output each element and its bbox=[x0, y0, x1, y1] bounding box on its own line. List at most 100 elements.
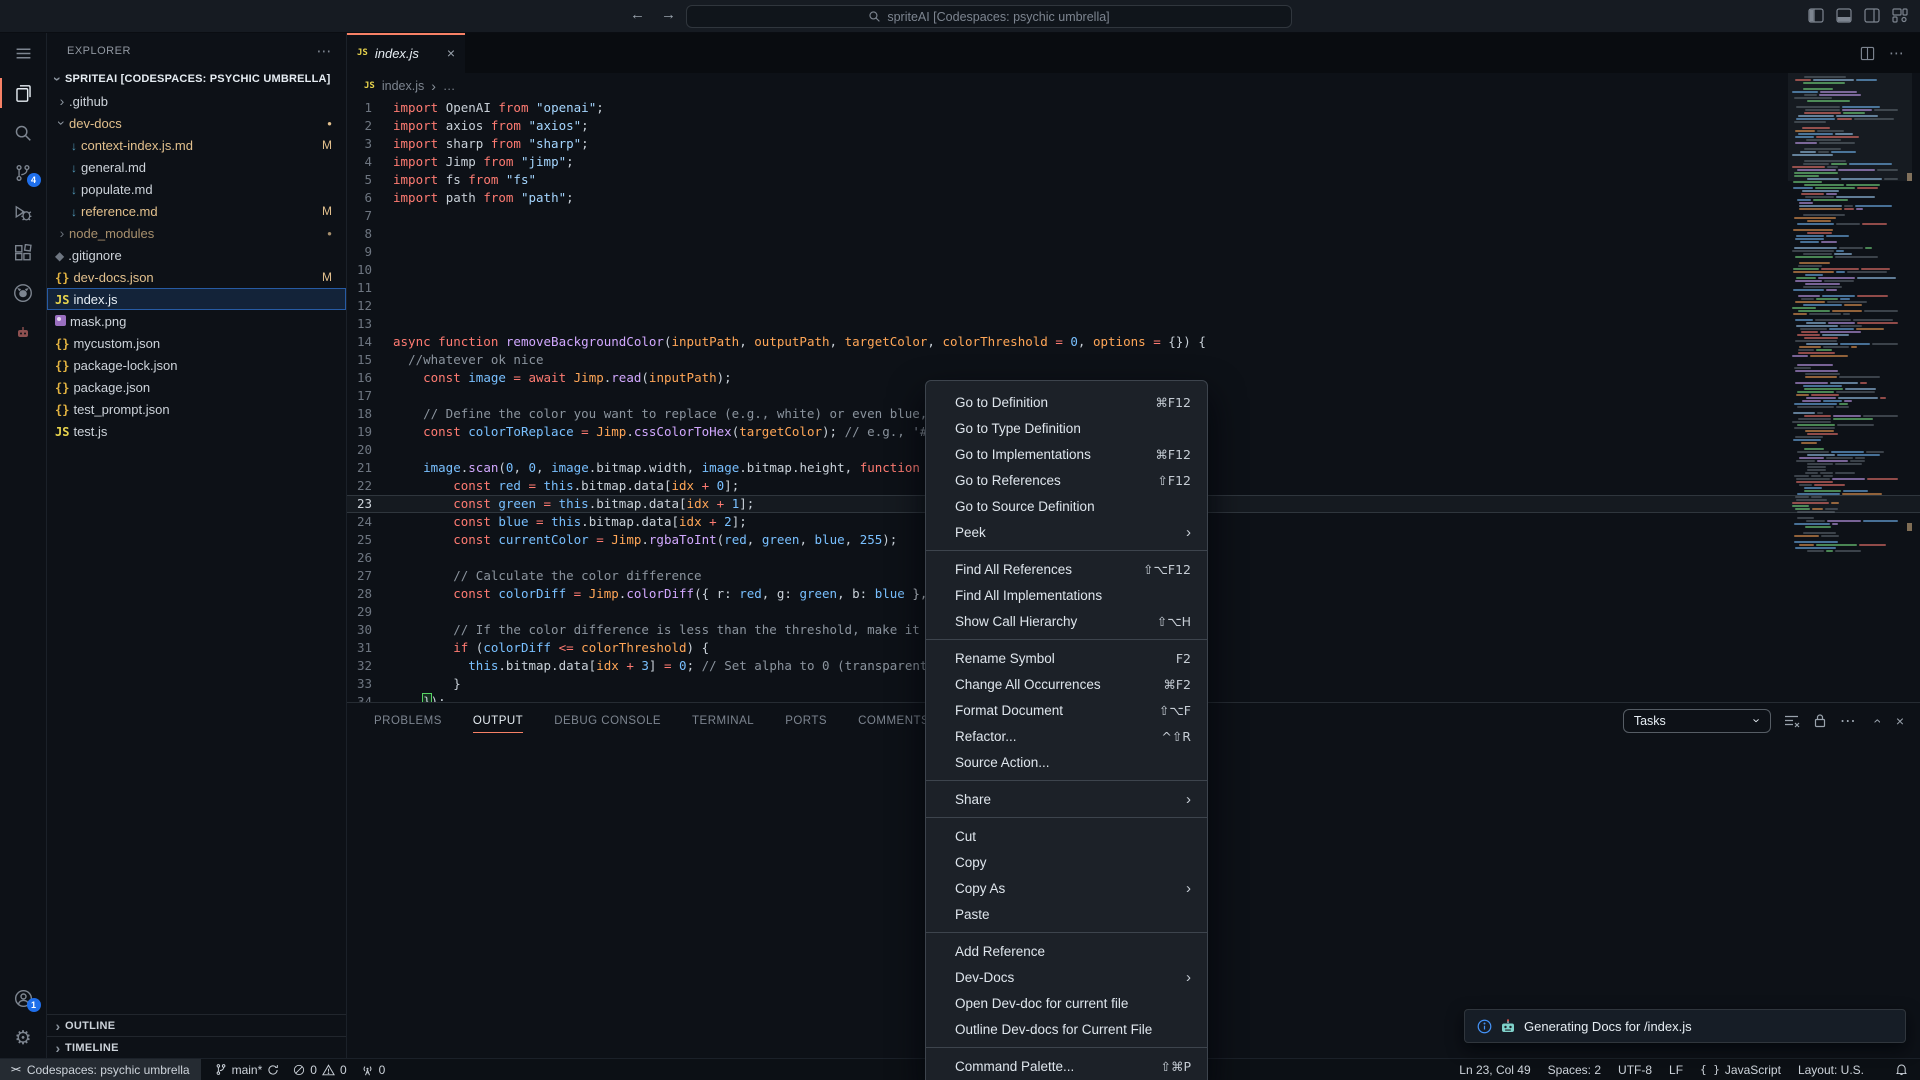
minimap[interactable] bbox=[1792, 73, 1898, 573]
status-eol[interactable]: LF bbox=[1669, 1063, 1683, 1077]
line-number[interactable]: 33 bbox=[347, 675, 393, 693]
code-line-15[interactable]: 15 //whatever ok nice bbox=[347, 351, 1920, 369]
code-line-3[interactable]: 3import sharp from "sharp"; bbox=[347, 135, 1920, 153]
file-tree-item-node-modules[interactable]: ›node_modules● bbox=[47, 222, 346, 244]
menu-item-find-all-references[interactable]: Find All References⇧⌥F12 bbox=[926, 556, 1207, 582]
customize-layout-icon[interactable] bbox=[1892, 8, 1908, 23]
line-number[interactable]: 29 bbox=[347, 603, 393, 621]
problems-indicator[interactable]: 0 0 bbox=[293, 1063, 346, 1077]
explorer-actions-icon[interactable]: ⋯ bbox=[317, 42, 333, 60]
status-indentation[interactable]: Spaces: 2 bbox=[1548, 1063, 1601, 1077]
code-line-8[interactable]: 8 bbox=[347, 225, 1920, 243]
file-tree-item-reference-md[interactable]: ↓reference.mdM bbox=[47, 200, 346, 222]
status-encoding[interactable]: UTF-8 bbox=[1618, 1063, 1652, 1077]
line-number[interactable]: 28 bbox=[347, 585, 393, 603]
line-number[interactable]: 11 bbox=[347, 279, 393, 297]
file-tree-item-populate-md[interactable]: ↓populate.md bbox=[47, 178, 346, 200]
breadcrumb[interactable]: JS index.js › … bbox=[347, 73, 1920, 99]
line-number[interactable]: 27 bbox=[347, 567, 393, 585]
panel-more-actions-icon[interactable]: ⋯ bbox=[1840, 711, 1856, 731]
menu-item-add-reference[interactable]: Add Reference bbox=[926, 938, 1207, 964]
status-layout[interactable]: Layout: U.S. bbox=[1798, 1063, 1864, 1077]
search-view-icon[interactable] bbox=[0, 113, 47, 153]
code-line-9[interactable]: 9 bbox=[347, 243, 1920, 261]
menu-item-peek[interactable]: Peek› bbox=[926, 519, 1207, 545]
accounts-icon[interactable]: 1 bbox=[0, 978, 47, 1018]
line-number[interactable]: 9 bbox=[347, 243, 393, 261]
panel-tab-debug-console[interactable]: DEBUG CONSOLE bbox=[554, 703, 661, 738]
line-number[interactable]: 6 bbox=[347, 189, 393, 207]
line-number[interactable]: 26 bbox=[347, 549, 393, 567]
file-tree-item-test-js[interactable]: JStest.js bbox=[47, 420, 346, 442]
file-tree-item-mycustom-json[interactable]: {}mycustom.json bbox=[47, 332, 346, 354]
menu-item-dev-docs[interactable]: Dev-Docs› bbox=[926, 964, 1207, 990]
file-tree-item-general-md[interactable]: ↓general.md bbox=[47, 156, 346, 178]
editor-more-actions-icon[interactable]: ⋯ bbox=[1889, 44, 1904, 62]
maximize-panel-icon[interactable]: › bbox=[1868, 714, 1884, 728]
menu-item-find-all-implementations[interactable]: Find All Implementations bbox=[926, 582, 1207, 608]
code-line-4[interactable]: 4import Jimp from "jimp"; bbox=[347, 153, 1920, 171]
notification-toast[interactable]: Generating Docs for /index.js bbox=[1464, 1009, 1906, 1043]
menu-item-show-call-hierarchy[interactable]: Show Call Hierarchy⇧⌥H bbox=[926, 608, 1207, 634]
menu-item-copy-as[interactable]: Copy As› bbox=[926, 875, 1207, 901]
code-line-7[interactable]: 7 bbox=[347, 207, 1920, 225]
line-number[interactable]: 30 bbox=[347, 621, 393, 639]
code-line-12[interactable]: 12 bbox=[347, 297, 1920, 315]
line-number[interactable]: 14 bbox=[347, 333, 393, 351]
panel-tab-terminal[interactable]: TERMINAL bbox=[692, 703, 754, 738]
file-tree-item-github[interactable]: ›.github bbox=[47, 90, 346, 112]
lock-icon[interactable] bbox=[1813, 713, 1827, 728]
menu-item-go-to-references[interactable]: Go to References⇧F12 bbox=[926, 467, 1207, 493]
outline-section-header[interactable]: › OUTLINE bbox=[47, 1014, 346, 1036]
menu-item-rename-symbol[interactable]: Rename SymbolF2 bbox=[926, 645, 1207, 671]
menu-item-go-to-implementations[interactable]: Go to Implementations⌘F12 bbox=[926, 441, 1207, 467]
nav-forward-icon[interactable]: → bbox=[661, 6, 676, 23]
menu-item-change-all-occurrences[interactable]: Change All Occurrences⌘F2 bbox=[926, 671, 1207, 697]
menu-icon[interactable] bbox=[0, 33, 47, 73]
panel-tab-output[interactable]: OUTPUT bbox=[473, 703, 523, 738]
toggle-panel-icon[interactable] bbox=[1836, 8, 1852, 23]
line-number[interactable]: 16 bbox=[347, 369, 393, 387]
workspace-root-folder[interactable]: › SPRITEAI [CODESPACES: PSYCHIC UMBRELLA… bbox=[47, 68, 346, 90]
line-number[interactable]: 2 bbox=[347, 117, 393, 135]
menu-item-share[interactable]: Share› bbox=[926, 786, 1207, 812]
output-channel-dropdown[interactable]: Tasks › bbox=[1623, 709, 1771, 733]
notifications-bell-icon[interactable] bbox=[1895, 1063, 1908, 1076]
panel-tab-comments[interactable]: COMMENTS bbox=[858, 703, 929, 738]
github-icon[interactable] bbox=[0, 273, 47, 313]
line-number[interactable]: 17 bbox=[347, 387, 393, 405]
code-line-14[interactable]: 14async function removeBackgroundColor(i… bbox=[347, 333, 1920, 351]
menu-item-format-document[interactable]: Format Document⇧⌥F bbox=[926, 697, 1207, 723]
menu-item-command-palette[interactable]: Command Palette...⇧⌘P bbox=[926, 1053, 1207, 1079]
panel-tab-problems[interactable]: PROBLEMS bbox=[374, 703, 442, 738]
menu-item-go-to-definition[interactable]: Go to Definition⌘F12 bbox=[926, 389, 1207, 415]
menu-item-source-action[interactable]: Source Action... bbox=[926, 749, 1207, 775]
file-tree-item-mask-png[interactable]: mask.png bbox=[47, 310, 346, 332]
file-tree-item-gitignore[interactable]: ◆.gitignore bbox=[47, 244, 346, 266]
file-tree-item-dev-docs-json[interactable]: {}dev-docs.jsonM bbox=[47, 266, 346, 288]
line-number[interactable]: 7 bbox=[347, 207, 393, 225]
line-number[interactable]: 19 bbox=[347, 423, 393, 441]
code-line-10[interactable]: 10 bbox=[347, 261, 1920, 279]
split-editor-icon[interactable] bbox=[1860, 46, 1875, 61]
menu-item-cut[interactable]: Cut bbox=[926, 823, 1207, 849]
branch-indicator[interactable]: main* bbox=[215, 1063, 280, 1077]
file-tree-item-package-lock-json[interactable]: {}package-lock.json bbox=[47, 354, 346, 376]
line-number[interactable]: 15 bbox=[347, 351, 393, 369]
code-line-13[interactable]: 13 bbox=[347, 315, 1920, 333]
line-number[interactable]: 8 bbox=[347, 225, 393, 243]
line-number[interactable]: 25 bbox=[347, 531, 393, 549]
remote-indicator[interactable]: >< Codespaces: psychic umbrella bbox=[0, 1059, 201, 1080]
file-tree-item-dev-docs[interactable]: ›dev-docs● bbox=[47, 112, 346, 134]
code-line-1[interactable]: 1import OpenAI from "openai"; bbox=[347, 99, 1920, 117]
tab-close-icon[interactable]: × bbox=[447, 45, 455, 61]
status-language-mode[interactable]: { }JavaScript bbox=[1700, 1063, 1781, 1077]
line-number[interactable]: 23 bbox=[347, 495, 393, 513]
code-line-2[interactable]: 2import axios from "axios"; bbox=[347, 117, 1920, 135]
line-number[interactable]: 4 bbox=[347, 153, 393, 171]
menu-item-go-to-type-definition[interactable]: Go to Type Definition bbox=[926, 415, 1207, 441]
file-tree-item-test-prompt-json[interactable]: {}test_prompt.json bbox=[47, 398, 346, 420]
run-debug-icon[interactable] bbox=[0, 193, 47, 233]
line-number[interactable]: 31 bbox=[347, 639, 393, 657]
explorer-view-icon[interactable] bbox=[0, 73, 47, 113]
